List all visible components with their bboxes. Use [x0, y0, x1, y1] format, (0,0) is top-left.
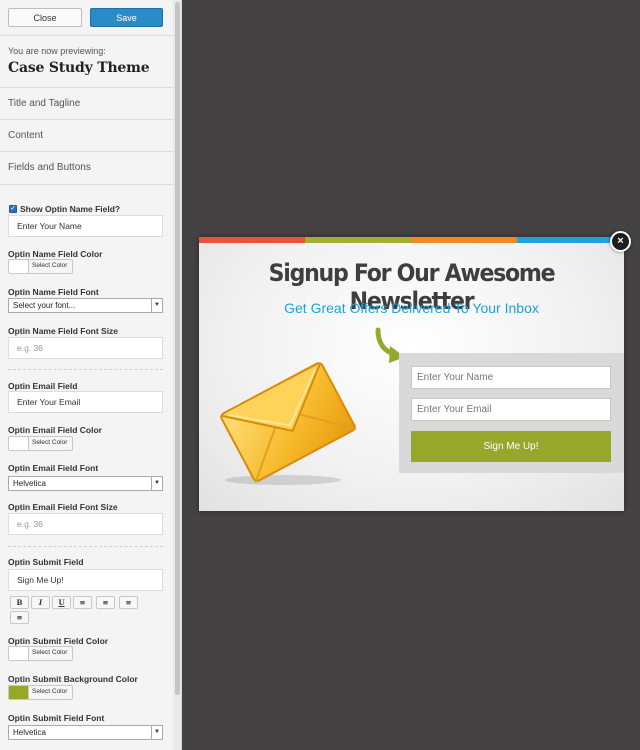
- align-center-button[interactable]: ≡: [96, 596, 115, 609]
- name-font-label: Optin Name Field Font: [8, 287, 99, 297]
- popup-submit-button[interactable]: Sign Me Up!: [411, 431, 611, 462]
- optin-popup: Signup For Our Awesome Newsletter Get Gr…: [199, 237, 624, 511]
- close-button[interactable]: Close: [8, 8, 82, 27]
- theme-name: Case Study Theme: [8, 60, 150, 76]
- color-swatch: [9, 647, 29, 660]
- name-size-label: Optin Name Field Font Size: [8, 326, 119, 336]
- submit-color-picker[interactable]: Select Color: [8, 646, 73, 661]
- color-swatch: [9, 437, 29, 450]
- show-name-label: Show Optin Name Field?: [20, 204, 121, 214]
- underline-button[interactable]: U: [52, 596, 71, 609]
- name-font-select[interactable]: Select your font... ▼: [8, 298, 163, 313]
- preview-intro: You are now previewing:: [8, 46, 106, 56]
- section-fields-and-buttons[interactable]: Fields and Buttons: [0, 152, 173, 185]
- submit-font-label: Optin Submit Field Font: [8, 713, 105, 723]
- divider: [8, 369, 163, 370]
- submit-bg-color-picker[interactable]: Select Color: [8, 685, 73, 700]
- submit-font-select[interactable]: Helvetica ▼: [8, 725, 163, 740]
- align-left-button[interactable]: ≡: [73, 596, 92, 609]
- name-color-picker[interactable]: Select Color: [8, 259, 73, 274]
- submit-font-value: Helvetica: [13, 728, 46, 737]
- show-name-checkbox[interactable]: ✓: [9, 205, 17, 213]
- bold-button[interactable]: B: [10, 596, 29, 609]
- preview-info: You are now previewing: Case Study Theme: [0, 37, 173, 88]
- submit-bg-label: Optin Submit Background Color: [8, 674, 138, 684]
- save-button[interactable]: Save: [90, 8, 163, 27]
- color-swatch: [9, 686, 29, 699]
- email-color-picker[interactable]: Select Color: [8, 436, 73, 451]
- email-font-label: Optin Email Field Font: [8, 463, 99, 473]
- email-font-select[interactable]: Helvetica ▼: [8, 476, 163, 491]
- popup-name-input[interactable]: Enter Your Name: [411, 366, 611, 389]
- popup-email-input[interactable]: Enter Your Email: [411, 398, 611, 421]
- stripe-orange: [411, 237, 517, 243]
- submit-color-label: Optin Submit Field Color: [8, 636, 109, 646]
- envelope-icon: [220, 362, 357, 485]
- email-font-value: Helvetica: [13, 479, 46, 488]
- color-swatch: [9, 260, 29, 273]
- email-size-input[interactable]: e.g. 36: [8, 513, 163, 535]
- popup-close-icon[interactable]: ×: [610, 231, 631, 252]
- sidebar-toolbar: Close Save: [0, 0, 173, 36]
- select-color-label: Select Color: [32, 262, 68, 269]
- stripe-blue: [517, 237, 624, 243]
- chevron-down-icon: ▼: [151, 299, 162, 312]
- select-color-label: Select Color: [32, 439, 68, 446]
- name-field-input[interactable]: Enter Your Name: [8, 215, 163, 237]
- sidebar-scrollbar[interactable]: [173, 0, 181, 750]
- divider: [8, 546, 163, 547]
- scrollbar-thumb[interactable]: [175, 2, 180, 695]
- align-justify-button[interactable]: ≡: [10, 611, 29, 624]
- stripe-red: [199, 237, 305, 243]
- section-content[interactable]: Content: [0, 120, 173, 152]
- popup-subtitle: Get Great Offers Delivered To Your Inbox: [284, 300, 539, 316]
- submit-field-input[interactable]: Sign Me Up!: [8, 569, 163, 591]
- name-size-input[interactable]: e.g. 36: [8, 337, 163, 359]
- name-color-label: Optin Name Field Color: [8, 249, 103, 259]
- select-color-label: Select Color: [32, 688, 68, 695]
- email-field-label: Optin Email Field: [8, 381, 78, 391]
- section-title-and-tagline[interactable]: Title and Tagline: [0, 88, 173, 120]
- email-field-input[interactable]: Enter Your Email: [8, 391, 163, 413]
- email-color-label: Optin Email Field Color: [8, 425, 102, 435]
- name-font-value: Select your font...: [13, 301, 76, 310]
- stripe-olive: [305, 237, 411, 243]
- italic-button[interactable]: I: [31, 596, 50, 609]
- chevron-down-icon: ▼: [151, 726, 162, 739]
- select-color-label: Select Color: [32, 649, 68, 656]
- chevron-down-icon: ▼: [151, 477, 162, 490]
- email-size-label: Optin Email Field Font Size: [8, 502, 118, 512]
- submit-field-label: Optin Submit Field: [8, 557, 84, 567]
- customizer-sidebar: Close Save You are now previewing: Case …: [0, 0, 182, 750]
- align-right-button[interactable]: ≡: [119, 596, 138, 609]
